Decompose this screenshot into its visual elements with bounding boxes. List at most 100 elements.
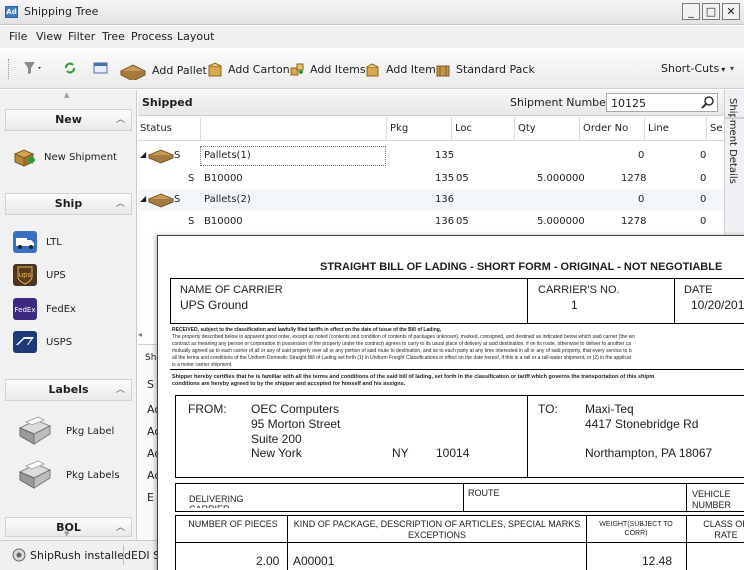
toolbar-grip[interactable] (8, 59, 10, 79)
carrier-label: NAME OF CARRIER (180, 284, 283, 296)
left-navigation-pane: ▲ New ︿ New Shipment Ship ︿ LTL ups UPS Fed… (0, 90, 137, 540)
row-description: Pallets(2) (204, 194, 251, 205)
list-item[interactable]: E (147, 491, 154, 504)
toolbar-overflow-button[interactable]: ▾ (725, 58, 739, 80)
collapse-chevron-icon: ︿ (115, 523, 125, 533)
certify-text: conditions are hereby agreed to by the s… (172, 381, 406, 387)
section-header-labels[interactable]: Labels ︿ (5, 379, 132, 401)
bol-title: STRAIGHT BILL OF LADING - SHORT FORM - O… (320, 261, 723, 273)
ship-ltl-item[interactable]: LTL (12, 230, 62, 254)
grid-header: Shipped Shipment Number: 10125 (138, 90, 724, 116)
funnel-icon (24, 62, 41, 74)
table-row[interactable]: S B10000 136 05 5.000000 1278 0 (138, 211, 724, 234)
shortcuts-label: Short-Cuts (661, 62, 720, 75)
new-shipment-item[interactable]: New Shipment (12, 146, 117, 168)
vehicle-number-label: VEHICLE NUMBER (692, 489, 732, 510)
lower-panel: Sh S Ac Ac Ac Ac E (138, 344, 160, 540)
menu-view[interactable]: View (36, 30, 62, 43)
printer-icon (18, 460, 52, 489)
row-status: S (188, 216, 195, 227)
to-label: TO: (538, 402, 558, 416)
terms-text: all the terms and conditions of the Unif… (172, 355, 632, 361)
edi-status: EDI S (131, 549, 161, 562)
view-button[interactable] (93, 60, 109, 79)
terms-text: is a motor carrier shipment. (172, 362, 233, 368)
row-qty: 5.000000 (537, 173, 585, 184)
divider (527, 395, 528, 478)
add-items-button[interactable]: Add Items (289, 62, 366, 78)
row-order-no: 0 (638, 194, 645, 205)
pkg-label-item[interactable]: Pkg Label (12, 416, 114, 446)
col-line[interactable]: Line (648, 123, 669, 134)
column-divider (579, 117, 580, 141)
filter-dropdown[interactable] (22, 60, 44, 79)
add-pallet-button[interactable]: Add Pallet (119, 62, 207, 80)
divider (686, 515, 687, 570)
col-pkg[interactable]: Pkg (390, 123, 408, 134)
table-row[interactable]: ◢ S Pallets(2) 136 0 0 (138, 189, 724, 212)
menu-process[interactable]: Process (131, 30, 173, 43)
svg-text:FedEx: FedEx (15, 306, 36, 314)
ship-fedex-item[interactable]: FedEx FedEx (12, 297, 76, 321)
search-icon[interactable] (701, 96, 715, 110)
usps-icon (13, 331, 37, 353)
col-se[interactable]: Se (710, 123, 723, 134)
class-rate-label: CLASS OR RATE (703, 519, 744, 540)
usps-label: USPS (46, 337, 73, 348)
menu-bar: File View Filter Tree Process Layout (0, 26, 744, 48)
expand-arrow-icon[interactable]: ◢ (140, 194, 146, 203)
ups-label: UPS (46, 270, 66, 281)
standard-pack-button[interactable]: Standard Pack (435, 62, 535, 78)
refresh-icon (65, 62, 75, 74)
menu-file[interactable]: File (9, 30, 27, 43)
new-shipment-icon (13, 149, 35, 167)
column-divider (514, 117, 515, 141)
menu-filter[interactable]: Filter (68, 30, 95, 43)
truck-icon (13, 231, 37, 253)
shipment-number-field[interactable]: 10125 (606, 93, 718, 112)
column-header-row: Status Pkg Loc Qty Order No Line Se (138, 117, 724, 141)
column-divider (200, 117, 201, 141)
window-title: Shipping Tree (24, 5, 99, 18)
row-pkg: 135 (435, 150, 455, 161)
ship-ups-item[interactable]: ups UPS (12, 263, 66, 287)
row-line: 0 (700, 216, 707, 227)
add-pallet-label: Add Pallet (152, 64, 207, 77)
minimize-button[interactable]: _ (682, 3, 700, 20)
scroll-down-icon[interactable]: ▼ (64, 530, 69, 538)
line-pieces: 2.00 (256, 554, 280, 568)
carrier-no-label: CARRIER'S NO. (538, 284, 620, 296)
refresh-button[interactable] (63, 60, 77, 79)
table-row[interactable]: ◢ S Pallets(1) 135 0 0 (138, 145, 724, 168)
maximize-button[interactable]: □ (702, 3, 720, 20)
col-order-no[interactable]: Order No (583, 123, 628, 134)
section-title: Labels (48, 383, 89, 396)
col-loc[interactable]: Loc (455, 123, 472, 134)
section-header-new[interactable]: New ︿ (5, 109, 132, 131)
close-button[interactable]: ✕ (722, 3, 740, 20)
expand-arrow-icon[interactable]: ◢ (140, 150, 146, 159)
scroll-left-icon[interactable]: ◂ (138, 330, 158, 342)
pkg-label-label: Pkg Label (66, 426, 115, 437)
add-carton-button[interactable]: Add Carton (207, 62, 290, 78)
terms-text: The property described below in apparent… (172, 334, 636, 340)
add-item-button[interactable]: Add Item (365, 62, 436, 78)
menu-layout[interactable]: Layout (177, 30, 214, 43)
section-header-ship[interactable]: Ship ︿ (5, 193, 132, 215)
carton-icon (208, 62, 222, 77)
row-description: Pallets(1) (204, 150, 251, 161)
section-title: Ship (54, 197, 83, 210)
ship-usps-item[interactable]: USPS (12, 330, 72, 354)
shortcuts-dropdown[interactable]: Short-Cuts ▾ (661, 62, 725, 75)
shipment-number-label: Shipment Number: (510, 96, 614, 109)
lower-tab[interactable]: Sh (145, 353, 156, 363)
col-qty[interactable]: Qty (518, 123, 536, 134)
from-zip: 10014 (436, 446, 470, 460)
table-row[interactable]: S B10000 135 05 5.000000 1278 0 (138, 168, 724, 191)
column-divider (386, 117, 387, 141)
pkg-labels-item[interactable]: Pkg Labels (12, 460, 120, 490)
menu-tree[interactable]: Tree (102, 30, 125, 43)
col-status[interactable]: Status (140, 123, 172, 134)
collapse-chevron-icon: ︿ (115, 385, 125, 395)
scroll-up-icon[interactable]: ▲ (64, 91, 69, 99)
